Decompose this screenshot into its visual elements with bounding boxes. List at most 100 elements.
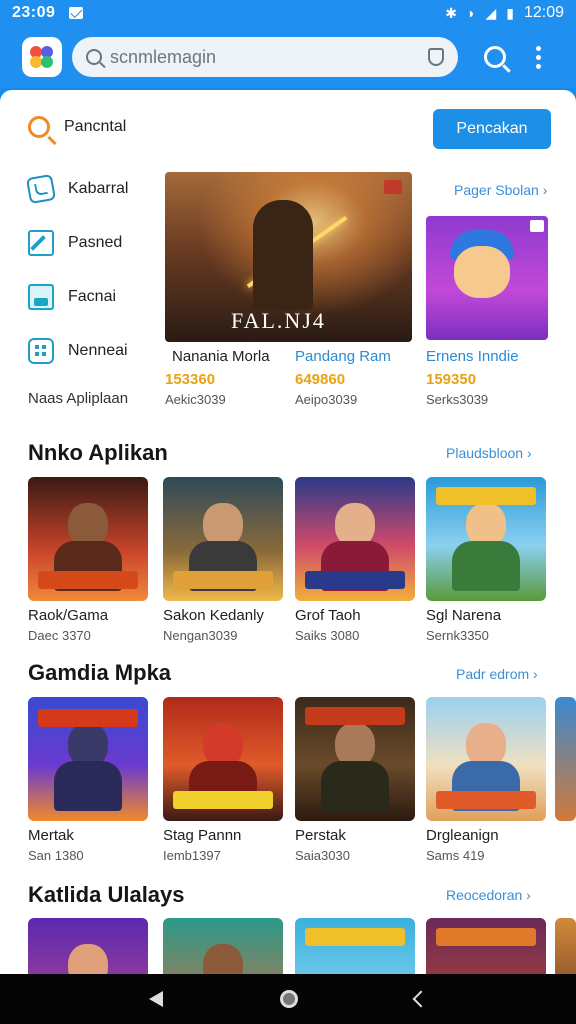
featured-more-link[interactable]: Pager Sbolan › — [454, 182, 547, 198]
app-card[interactable]: Mertak San 1380 — [28, 697, 148, 863]
sidebar-footer[interactable]: Naas Apliplaan — [28, 390, 128, 407]
app-card-partial[interactable] — [555, 697, 576, 821]
wifi-icon: ◗ — [466, 5, 476, 21]
app-card-meta: Iemb1397 — [163, 848, 221, 863]
character-face — [454, 246, 510, 298]
app-card-meta: Sams 419 — [426, 848, 485, 863]
sidebar-item-label: Facnai — [68, 288, 117, 305]
featured-price: 159350 — [426, 371, 477, 388]
app-card-meta: Sernk3350 — [426, 628, 489, 643]
search-icon — [28, 116, 50, 138]
app-card-name: Stag Pannn — [163, 827, 242, 844]
app-card-name: Raok/Gama — [28, 607, 109, 624]
badge-icon — [384, 180, 402, 194]
section-more-link[interactable]: Reocedoran › — [446, 887, 531, 903]
app-card-meta: Saiks 3080 — [295, 628, 360, 643]
app-card-meta: Daec 3370 — [28, 628, 91, 643]
sidebar-item-search[interactable]: Pancntal — [28, 116, 126, 138]
app-card-art — [555, 918, 576, 974]
app-logo-icon[interactable] — [22, 37, 62, 77]
app-card[interactable]: Sgl Narena Sernk3350 — [426, 477, 546, 643]
search-bar[interactable] — [72, 37, 458, 77]
featured-title[interactable]: Nanania Morla — [172, 348, 270, 365]
app-card-art — [295, 697, 415, 821]
app-card[interactable]: Drgleanign Sams 419 — [426, 697, 546, 863]
featured-price: 153360 — [165, 371, 216, 388]
app-card-name: Perstak — [295, 827, 346, 844]
status-time-right: 12:09 — [523, 4, 564, 21]
banner-title: FAL.NJ4 — [231, 308, 326, 333]
app-card-art — [163, 697, 283, 821]
featured-banner-large[interactable]: FAL.NJ4 — [165, 172, 412, 342]
featured-meta: Aeipo3039 — [295, 392, 358, 407]
app-card[interactable] — [28, 918, 148, 974]
sidebar-item-grid[interactable]: Nenneai — [28, 338, 128, 364]
featured-meta: Serks3039 — [426, 392, 489, 407]
app-card-art — [295, 918, 415, 974]
sidebar-item-label: Pancntal — [64, 118, 127, 135]
sidebar-item-document[interactable]: Facnai — [28, 284, 116, 310]
search-icon — [86, 49, 102, 65]
sidebar-item-edit[interactable]: Pasned — [28, 230, 122, 256]
featured-title[interactable]: Pandang Ram — [295, 348, 391, 365]
search-button-icon[interactable] — [484, 46, 506, 68]
app-card-meta: Nengan3039 — [163, 628, 238, 643]
status-time-left: 23:09 — [12, 4, 56, 21]
app-card-art — [555, 697, 576, 821]
app-card-art — [426, 697, 546, 821]
app-card-name: Drgleanign — [426, 827, 499, 844]
app-card-name: Grof Taoh — [295, 607, 361, 624]
back-icon[interactable] — [148, 991, 163, 1007]
app-card-partial[interactable] — [555, 918, 576, 974]
shield-icon[interactable] — [428, 48, 444, 66]
app-card-name: Sakon Kedanly — [163, 607, 264, 624]
app-card[interactable]: Raok/Gama Daec 3370 — [28, 477, 148, 643]
app-card-meta: Saia3030 — [295, 848, 350, 863]
status-bar: 23:09 ✱ ◗ ◢ ▮ 12:09 — [0, 0, 576, 26]
system-nav-bar — [0, 974, 576, 1024]
primary-action-button[interactable]: Pencakan — [433, 109, 551, 149]
sidebar-item-label: Pasned — [68, 234, 123, 251]
featured-title[interactable]: Ernens Inndie — [426, 348, 519, 365]
app-card-art — [426, 477, 546, 601]
app-card-art — [163, 918, 283, 974]
grid-icon — [28, 338, 54, 364]
app-card-art — [426, 918, 546, 974]
recents-icon[interactable] — [412, 990, 430, 1008]
section-title: Nnko Aplikan — [28, 440, 168, 465]
search-input[interactable] — [110, 46, 428, 68]
bluetooth-icon: ✱ — [445, 4, 457, 21]
app-card-art — [163, 477, 283, 601]
section-more-link[interactable]: Padr edrom › — [456, 666, 538, 682]
app-card-art — [28, 477, 148, 601]
app-card[interactable] — [426, 918, 546, 974]
featured-price: 649860 — [295, 371, 346, 388]
badge-icon — [530, 220, 544, 232]
app-card-name: Mertak — [28, 827, 74, 844]
app-card-art — [295, 477, 415, 601]
app-card[interactable] — [295, 918, 415, 974]
app-card-art — [28, 697, 148, 821]
document-icon — [28, 284, 54, 310]
featured-banner-small[interactable] — [426, 216, 548, 340]
battery-icon: ▮ — [506, 4, 514, 21]
phone-icon — [25, 173, 57, 205]
app-card[interactable]: Grof Taoh Saiks 3080 — [295, 477, 415, 643]
app-card[interactable] — [163, 918, 283, 974]
hero-figure — [253, 200, 313, 310]
app-card[interactable]: Sakon Kedanly Nengan3039 — [163, 477, 283, 643]
signal-icon: ◢ — [485, 4, 497, 21]
app-card[interactable]: Stag Pannn Iemb1397 — [163, 697, 283, 863]
home-icon[interactable] — [279, 990, 298, 1008]
sidebar-item-phone[interactable]: Kabarral — [25, 173, 129, 205]
overflow-menu-icon[interactable] — [536, 45, 541, 69]
edit-icon — [28, 230, 54, 256]
sidebar-item-label: Kabarral — [68, 180, 129, 197]
section-more-link[interactable]: Plaudsbloon › — [446, 445, 532, 461]
app-card[interactable]: Perstak Saia3030 — [295, 697, 415, 863]
main-panel: Pancntal Kabarral Pasned Facnai Nenneai … — [0, 90, 576, 974]
mail-icon — [69, 7, 84, 19]
app-bar — [0, 26, 576, 88]
app-card-art — [28, 918, 148, 974]
status-icons: ✱ ◗ ◢ ▮ 12:09 — [445, 4, 564, 22]
